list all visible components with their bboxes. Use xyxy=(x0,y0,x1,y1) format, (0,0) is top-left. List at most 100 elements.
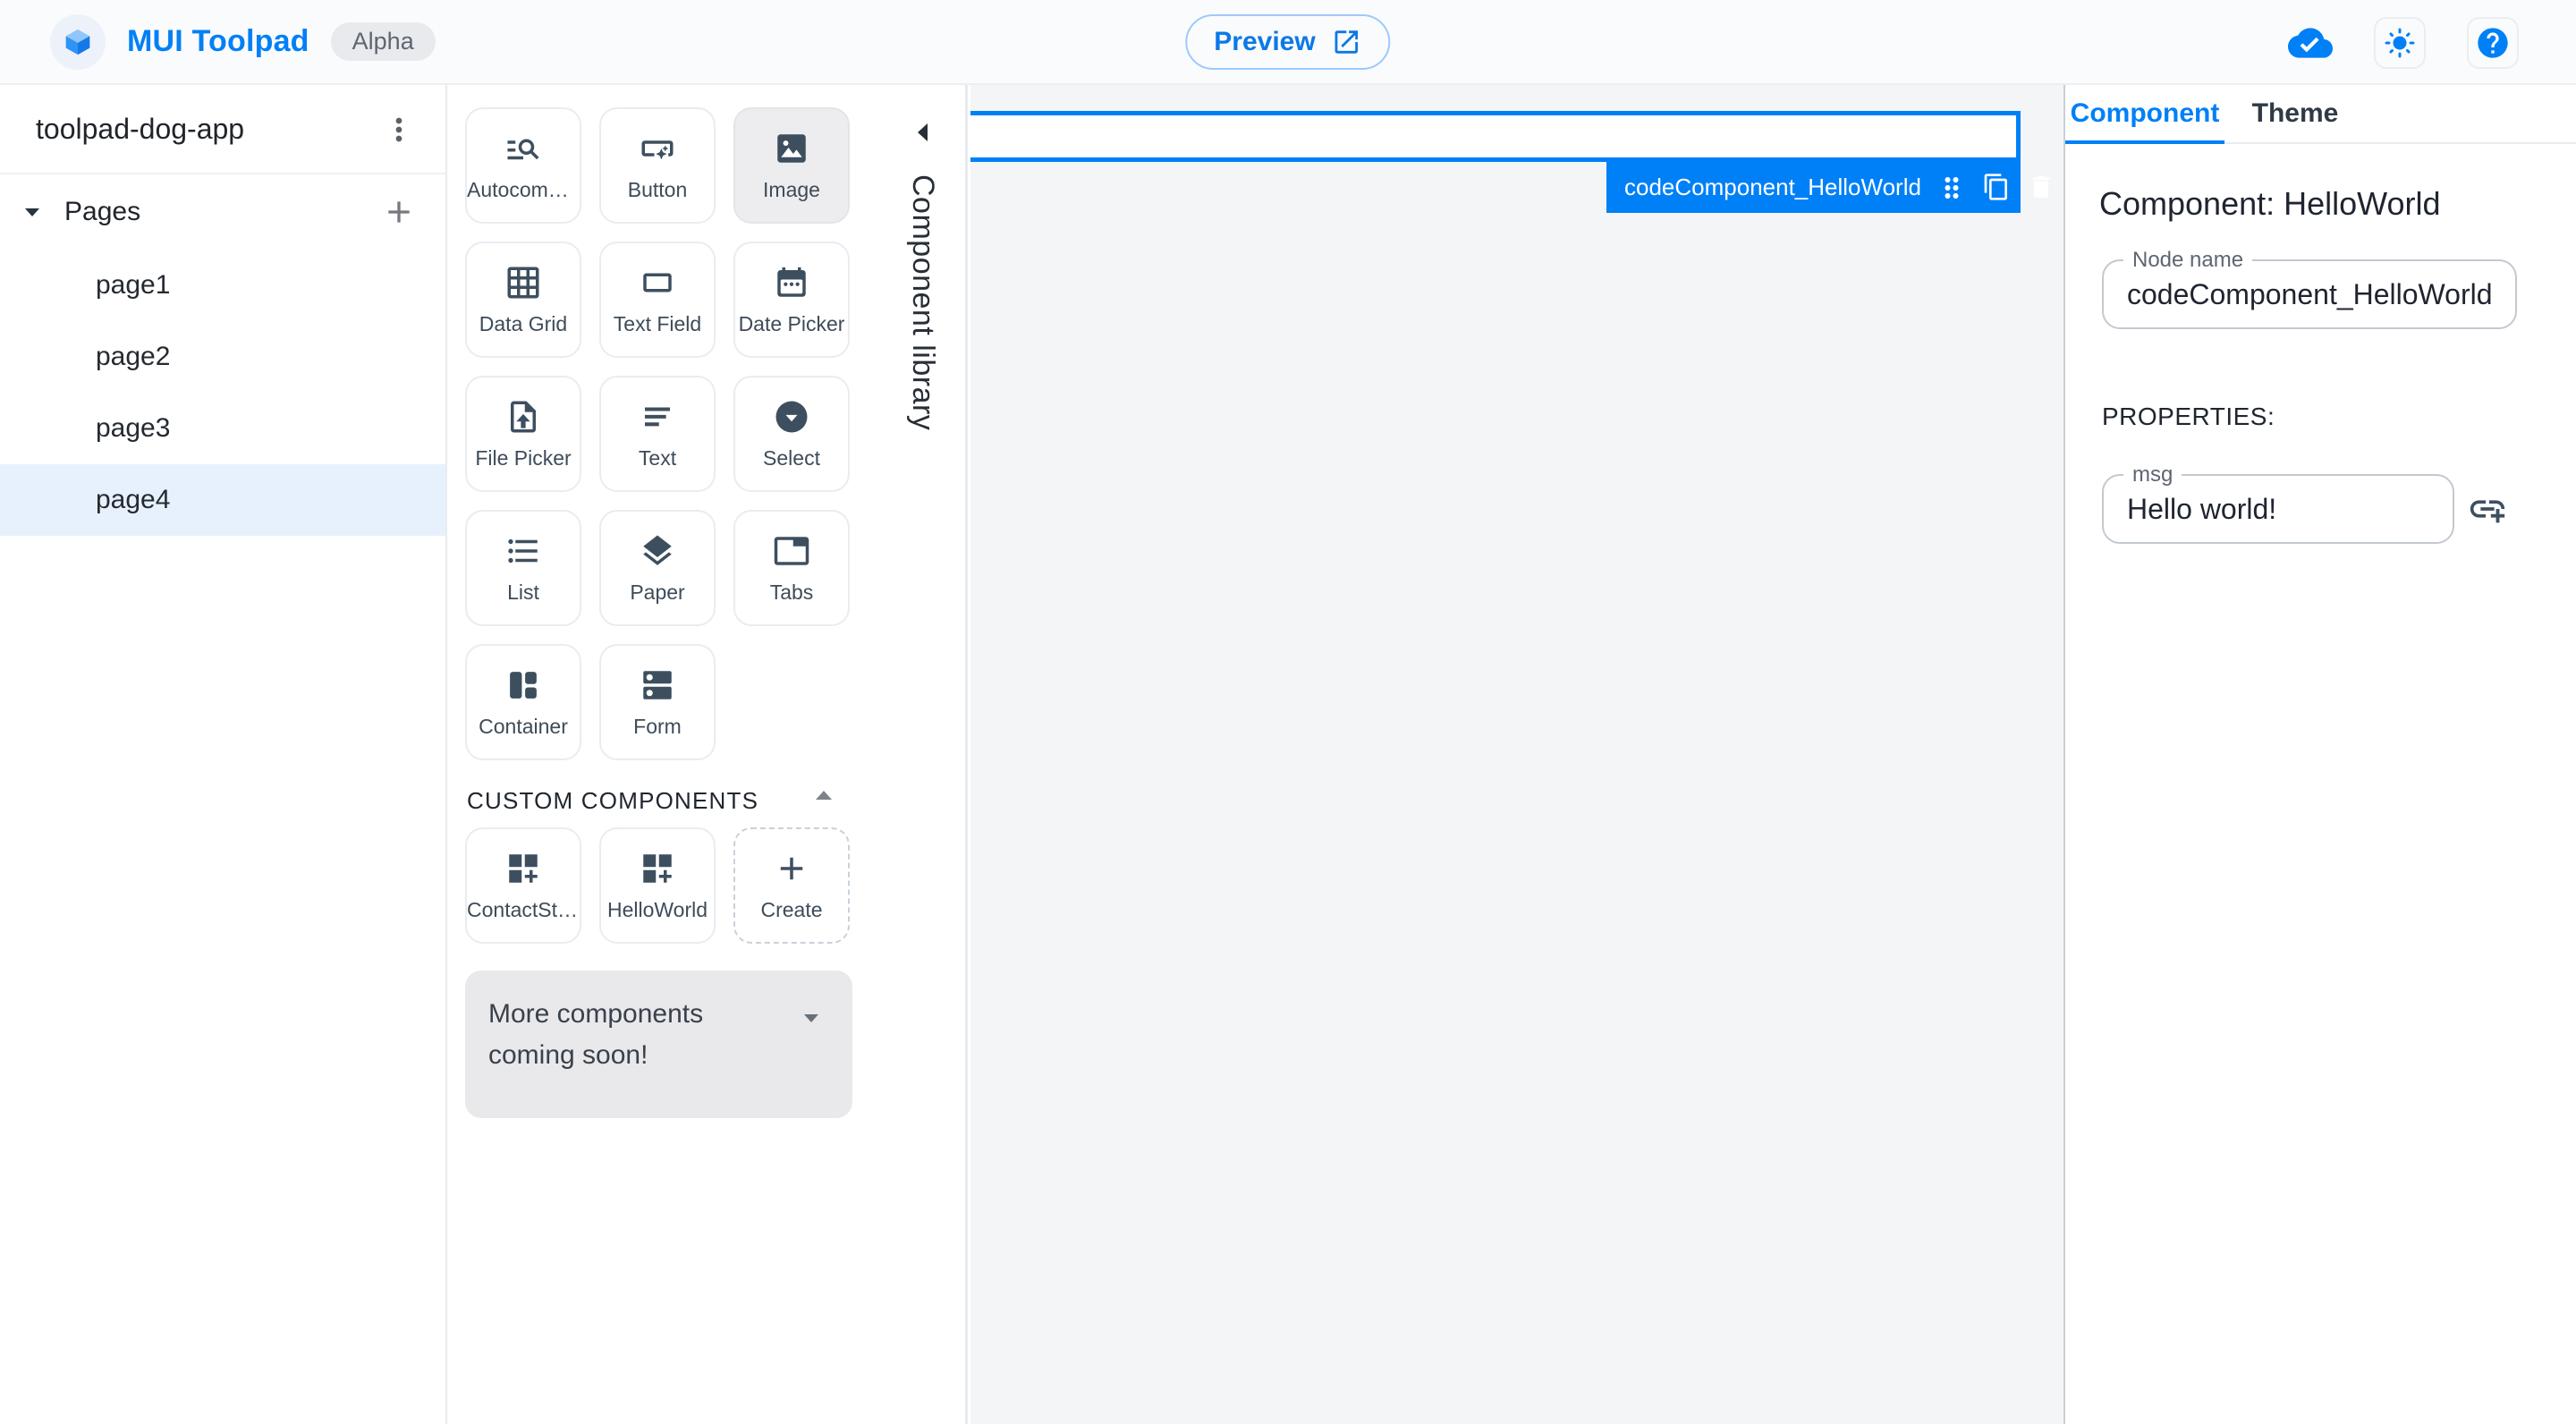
drag-handle-icon[interactable] xyxy=(1936,172,1968,204)
component-card-label: Text Field xyxy=(613,311,702,335)
page-canvas[interactable]: codeComponent_HelloWorld xyxy=(970,85,2063,1424)
library-collapse-arrow-icon[interactable] xyxy=(914,121,932,144)
component-card-label: Button xyxy=(627,177,688,201)
add-icon xyxy=(773,850,810,887)
component-card-label: List xyxy=(507,580,539,604)
component-card-label: Date Picker xyxy=(738,311,845,335)
open-in-new-icon xyxy=(1332,27,1362,57)
component-card-tabs[interactable]: Tabs xyxy=(733,510,850,626)
sidebar-page-page3[interactable]: page3 xyxy=(0,393,445,464)
coming-soon-box: More components coming soon! xyxy=(465,971,852,1118)
help-button[interactable] xyxy=(2467,16,2519,69)
tab-component-label: Component xyxy=(2070,98,2220,128)
msg-field: msg xyxy=(2102,462,2454,544)
tab-theme-label: Theme xyxy=(2251,98,2339,128)
custom-component-grid: ContactSta… HelloWorld Create xyxy=(465,827,850,944)
component-card-contactsta[interactable]: ContactSta… xyxy=(465,827,581,944)
component-grid: Autocomplete Button Image Data Grid Text Fie… xyxy=(465,107,850,760)
node-name-label: Node name xyxy=(2123,248,2253,274)
component-card-label: Autocomplete xyxy=(467,177,580,201)
theme-toggle-button[interactable] xyxy=(2374,16,2426,69)
component-heading: Component: HelloWorld xyxy=(2099,185,2441,222)
component-card-text[interactable]: Text xyxy=(599,376,716,492)
component-card-label: Form xyxy=(633,714,682,738)
component-card-label: Image xyxy=(763,177,820,201)
list-icon xyxy=(504,532,542,570)
properties-header: PROPERTIES: xyxy=(2102,403,2275,430)
app-menu-kebab-icon[interactable] xyxy=(381,112,417,148)
text-icon xyxy=(639,398,676,436)
pages-collapse-caret-icon[interactable] xyxy=(21,205,43,219)
text-field-icon xyxy=(639,264,676,301)
date-picker-icon xyxy=(773,264,810,301)
tabs-icon xyxy=(773,532,810,570)
pages-list: page1 page2 page3 page4 xyxy=(0,250,445,536)
custom-components-collapse-icon[interactable] xyxy=(814,789,834,802)
component-card-form[interactable]: Form xyxy=(599,644,716,760)
component-card-label: Tabs xyxy=(769,580,814,604)
custom-components-label: CUSTOM COMPONENTS xyxy=(467,787,759,814)
node-name-field: Node name xyxy=(2102,248,2517,329)
component-card-label: Select xyxy=(763,445,820,470)
page-label: page4 xyxy=(96,485,171,514)
app-name-row: toolpad-dog-app xyxy=(0,85,445,174)
pages-section-header: Pages xyxy=(0,174,445,250)
component-card-select[interactable]: Select xyxy=(733,376,850,492)
page-label: page1 xyxy=(96,270,171,300)
component-card-date-picker[interactable]: Date Picker xyxy=(733,242,850,358)
component-card-label: Text xyxy=(638,445,677,470)
app-name: toolpad-dog-app xyxy=(36,112,245,145)
paper-icon xyxy=(639,532,676,570)
header-actions xyxy=(2288,0,2519,85)
component-card-label: File Picker xyxy=(475,445,572,470)
component-card-label: HelloWorld xyxy=(606,897,708,921)
page-label: page2 xyxy=(96,342,171,371)
component-card-create[interactable]: Create xyxy=(733,827,850,944)
tab-component[interactable]: Component xyxy=(2065,85,2224,144)
mui-toolpad-logo-icon xyxy=(50,13,106,70)
inspector-tabs: Component Theme xyxy=(2065,85,2576,144)
image-icon xyxy=(773,130,810,167)
component-card-text-field[interactable]: Text Field xyxy=(599,242,716,358)
add-page-button[interactable] xyxy=(381,194,417,230)
preview-button-label: Preview xyxy=(1214,27,1316,56)
coming-soon-caret-icon[interactable] xyxy=(801,1012,822,1026)
component-card-autocomplete[interactable]: Autocomplete xyxy=(465,107,581,224)
component-card-list[interactable]: List xyxy=(465,510,581,626)
add-link-icon xyxy=(2467,488,2508,530)
duplicate-component-icon[interactable] xyxy=(1982,173,2012,203)
cloud-saved-icon xyxy=(2288,21,2333,65)
app-title: MUI Toolpad xyxy=(127,24,309,58)
selected-component[interactable] xyxy=(970,111,2021,162)
selected-component-name: codeComponent_HelloWorld xyxy=(1624,174,1921,200)
component-card-label: ContactSta… xyxy=(467,897,580,921)
page-label: page3 xyxy=(96,413,171,443)
preview-button[interactable]: Preview xyxy=(1185,14,1391,70)
sidebar-page-page2[interactable]: page2 xyxy=(0,321,445,393)
component-card-paper[interactable]: Paper xyxy=(599,510,716,626)
select-icon xyxy=(773,398,810,436)
component-card-file-picker[interactable]: File Picker xyxy=(465,376,581,492)
brand: MUI Toolpad Alpha xyxy=(50,13,436,70)
component-card-button[interactable]: Button xyxy=(599,107,716,224)
component-card-helloworld[interactable]: HelloWorld xyxy=(599,827,716,944)
sidebar-page-page1[interactable]: page1 xyxy=(0,250,445,321)
delete-component-icon[interactable] xyxy=(2027,173,2057,203)
component-card-data-grid[interactable]: Data Grid xyxy=(465,242,581,358)
autocomplete-icon xyxy=(504,130,542,167)
alpha-badge: Alpha xyxy=(330,22,436,61)
selection-toolbar: codeComponent_HelloWorld xyxy=(1606,162,2050,213)
component-card-container[interactable]: Container xyxy=(465,644,581,760)
component-library-panel: Autocomplete Button Image Data Grid Text Fie… xyxy=(447,85,968,1424)
sidebar-page-page4[interactable]: page4 xyxy=(0,464,445,536)
component-card-image[interactable]: Image xyxy=(733,107,850,224)
component-card-label: Data Grid xyxy=(479,311,568,335)
component-card-label: Container xyxy=(479,714,568,738)
bind-property-button[interactable] xyxy=(2467,488,2508,530)
help-icon xyxy=(2475,25,2511,61)
light-mode-sun-icon xyxy=(2384,27,2416,59)
file-picker-icon xyxy=(504,398,542,436)
coming-soon-text: More components coming soon! xyxy=(488,999,704,1070)
tab-theme[interactable]: Theme xyxy=(2224,85,2366,142)
pages-sidebar: toolpad-dog-app Pages page1 page2 page3 pag… xyxy=(0,85,447,1424)
